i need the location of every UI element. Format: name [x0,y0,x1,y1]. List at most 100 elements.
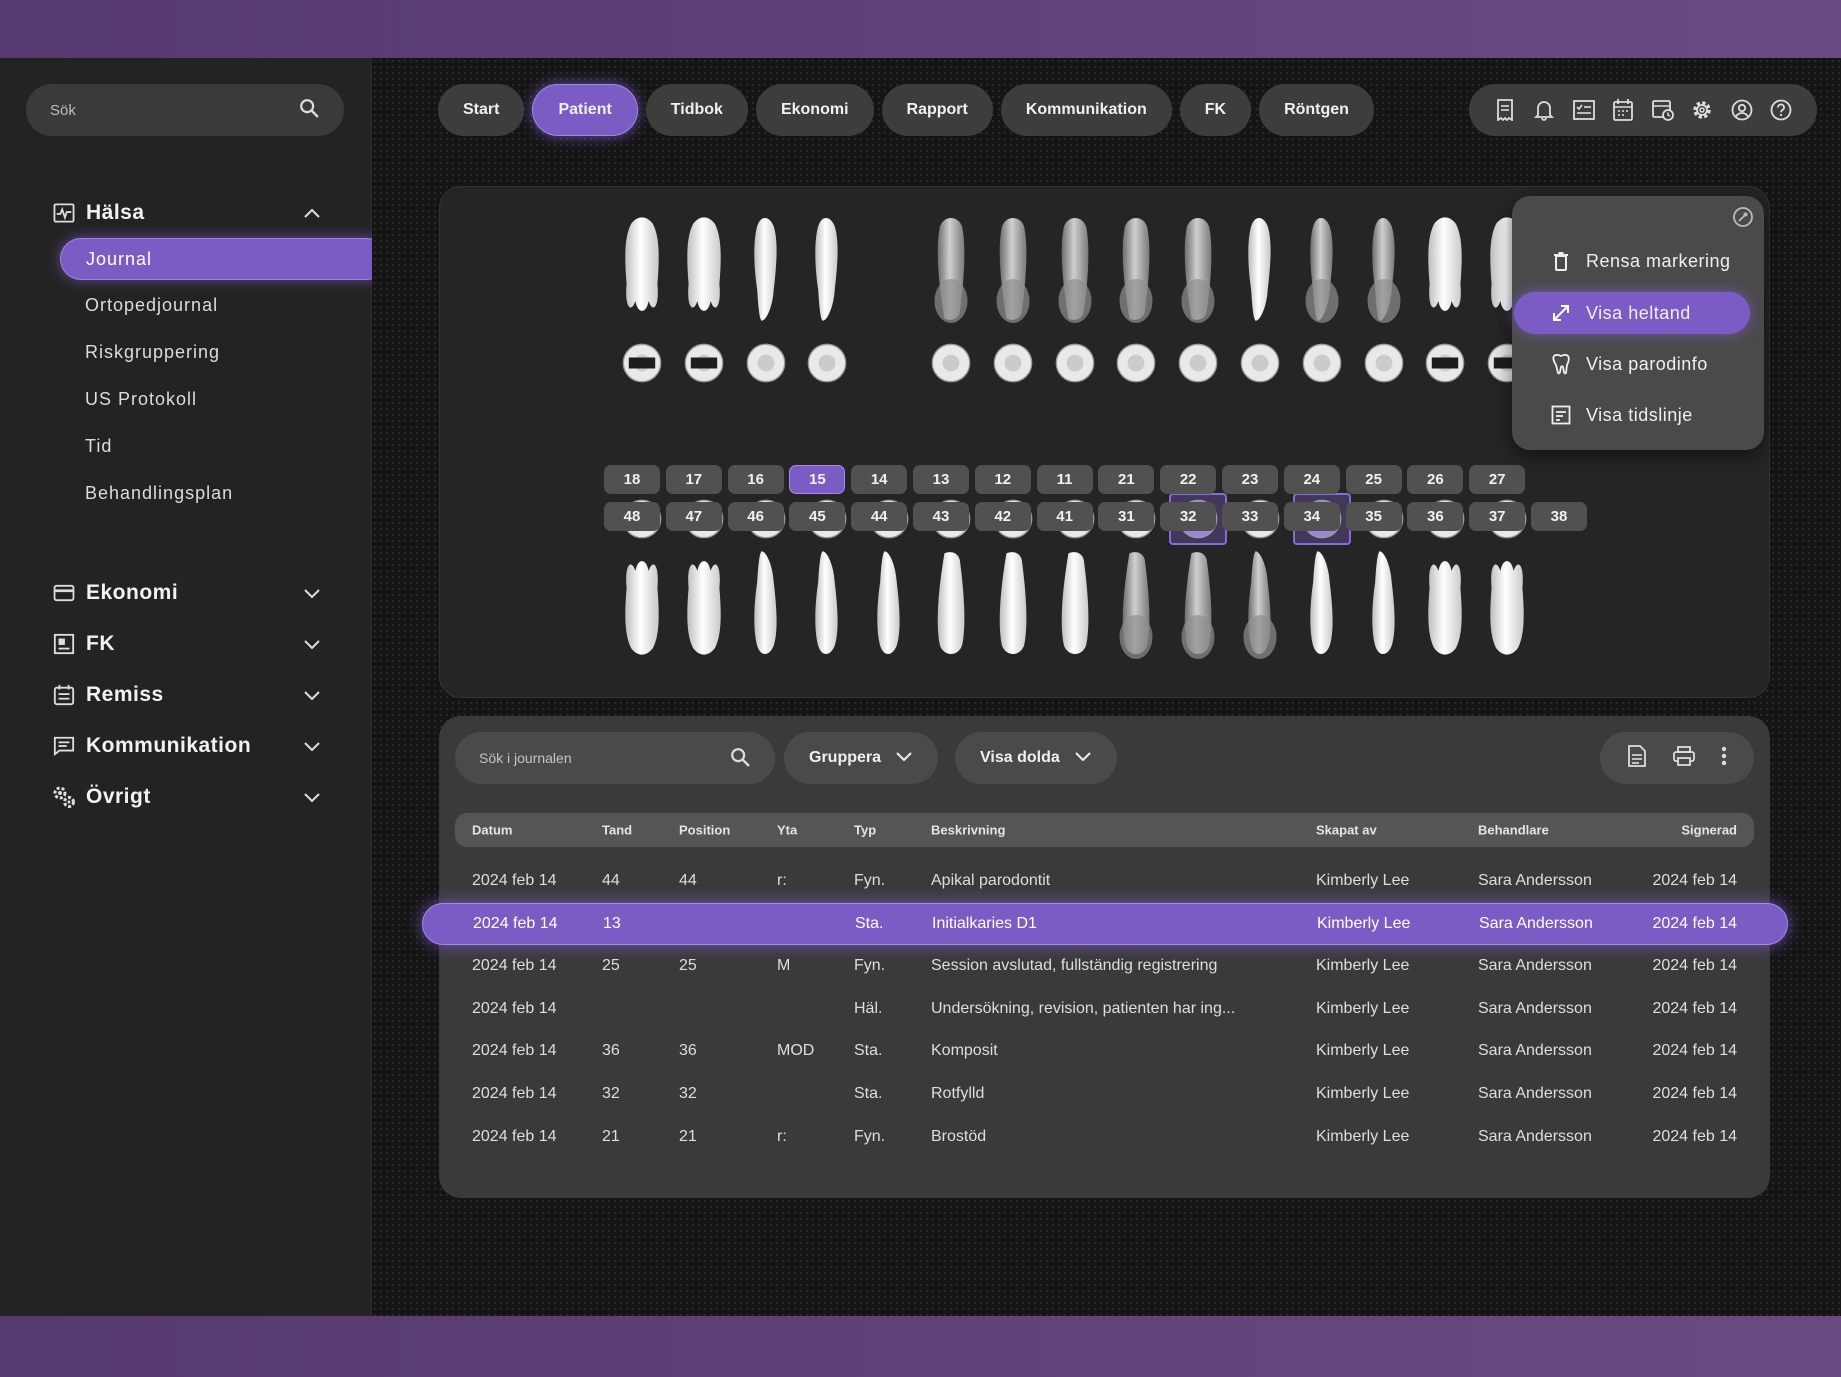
print-icon[interactable] [1673,745,1695,771]
column-header[interactable]: Beskrivning [931,823,1005,838]
document-icon[interactable] [1627,744,1647,772]
lower-tooth[interactable] [744,549,788,659]
tooth-number-27[interactable]: 27 [1469,465,1526,494]
column-header[interactable]: Skapat av [1316,823,1377,838]
schedule-icon[interactable] [1651,98,1675,122]
tooth-number-24[interactable]: 24 [1283,465,1340,494]
lower-tooth[interactable] [1053,549,1097,659]
lower-tooth[interactable] [1176,549,1220,659]
calendar-icon[interactable] [1611,98,1635,122]
column-header[interactable]: Signerad [1681,823,1737,838]
tooth-number-16[interactable]: 16 [727,465,784,494]
upper-tooth[interactable] [1238,213,1282,323]
receipt-icon[interactable] [1493,98,1517,122]
menu-item-visa-tidslinje[interactable]: Visa tidslinje [1532,394,1764,436]
tooth-number-37[interactable]: 37 [1469,502,1526,531]
table-row[interactable]: 2024 feb 14 21 21 r: Fyn. Brostöd Kimberly Lee… [455,1116,1754,1158]
lower-tooth[interactable] [1362,549,1406,659]
sidebar-section-ovrigt[interactable]: Övrigt [52,780,322,814]
sidebar-item-journal[interactable]: Journal [60,238,388,280]
sidebar-section-fk[interactable]: FK [52,627,322,661]
tooth-number-34[interactable]: 34 [1283,502,1340,531]
table-row[interactable]: 2024 feb 14 Häl. Undersökning, revision, p… [455,988,1754,1030]
tooth-number-12[interactable]: 12 [974,465,1031,494]
upper-tooth-crown[interactable] [1300,341,1344,385]
show-hidden-dropdown[interactable]: Visa dolda [955,732,1117,784]
sidebar-item-behandlingsplan[interactable]: Behandlingsplan [60,472,388,514]
sidebar-section-kommunikation[interactable]: Kommunikation [52,729,322,763]
lower-tooth[interactable] [1423,549,1467,659]
upper-tooth[interactable] [1114,213,1158,323]
lower-tooth[interactable] [682,549,726,659]
upper-tooth-crown[interactable] [805,341,849,385]
tooth-number-26[interactable]: 26 [1407,465,1464,494]
sidebar-section-remiss[interactable]: Remiss [52,678,322,712]
upper-tooth[interactable] [620,213,664,323]
upper-tooth[interactable] [1362,213,1406,323]
tooth-number-38[interactable]: 38 [1531,502,1587,531]
lower-tooth[interactable] [867,549,911,659]
column-header[interactable]: Datum [472,823,512,838]
lower-tooth[interactable] [991,549,1035,659]
tooth-number-23[interactable]: 23 [1222,465,1278,494]
tooth-number-22[interactable]: 22 [1160,465,1217,494]
tooth-number-48[interactable]: 48 [604,502,660,531]
sidebar-item-riskgruppering[interactable]: Riskgruppering [60,331,388,373]
sidebar-item-tid[interactable]: Tid [60,425,388,467]
sidebar-section-ekonomi[interactable]: Ekonomi [52,576,322,610]
upper-tooth[interactable] [1053,213,1097,323]
tab-patient[interactable]: Patient [532,84,638,136]
column-header[interactable]: Tand [602,823,632,838]
menu-item-visa-parodinfo[interactable]: Visa parodinfo [1532,343,1764,385]
more-vertical-icon[interactable] [1721,746,1727,771]
lower-tooth[interactable] [1114,549,1158,659]
upper-tooth-crown[interactable] [682,341,726,385]
table-row[interactable]: 2024 feb 14 25 25 M Fyn. Session avslutad, fu… [455,945,1754,987]
tooth-number-13[interactable]: 13 [913,465,969,494]
journal-search-input[interactable]: Sök i journalen [455,732,775,784]
tooth-number-17[interactable]: 17 [665,465,722,494]
lower-tooth[interactable] [1485,549,1529,659]
tooth-number-14[interactable]: 14 [851,465,908,494]
tab-fk[interactable]: FK [1179,84,1252,136]
tab-kommunikation[interactable]: Kommunikation [1000,84,1172,136]
tooth-number-47[interactable]: 47 [665,502,722,531]
tooth-number-33[interactable]: 33 [1222,502,1278,531]
tooth-number-44[interactable]: 44 [851,502,908,531]
upper-tooth[interactable] [991,213,1035,323]
upper-tooth[interactable] [1176,213,1220,323]
upper-tooth-crown[interactable] [1362,341,1406,385]
lower-tooth[interactable] [1300,549,1344,659]
tooth-number-25[interactable]: 25 [1345,465,1402,494]
lower-tooth[interactable] [805,549,849,659]
tooth-number-18[interactable]: 18 [604,465,660,494]
sidebar-item-ortopedjournal[interactable]: Ortopedjournal [60,284,388,326]
upper-tooth[interactable] [1423,213,1467,323]
upper-tooth-crown[interactable] [744,341,788,385]
tooth-number-31[interactable]: 31 [1098,502,1155,531]
tab-ekonomi[interactable]: Ekonomi [755,84,874,136]
upper-tooth-crown[interactable] [1423,341,1467,385]
tab-start[interactable]: Start [438,84,525,136]
sidebar-item-us-protokoll[interactable]: US Protokoll [60,378,388,420]
tooth-number-41[interactable]: 41 [1036,502,1093,531]
upper-tooth[interactable] [682,213,726,323]
tooth-number-15[interactable]: 15 [789,465,846,494]
tab-tidbok[interactable]: Tidbok [645,84,748,136]
tab-rontgen[interactable]: Röntgen [1259,84,1374,136]
upper-tooth-crown[interactable] [1238,341,1282,385]
group-dropdown[interactable]: Gruppera [784,732,939,784]
checklist-icon[interactable] [1572,98,1596,122]
tooth-number-32[interactable]: 32 [1160,502,1217,531]
tab-rapport[interactable]: Rapport [881,84,993,136]
lower-tooth[interactable] [929,549,973,659]
column-header[interactable]: Behandlare [1478,823,1549,838]
sidebar-search-input[interactable]: Sök [26,84,344,136]
tooth-number-42[interactable]: 42 [974,502,1031,531]
sidebar-section-halsa[interactable]: Hälsa [52,196,322,230]
tooth-number-43[interactable]: 43 [913,502,969,531]
column-header[interactable]: Typ [854,823,876,838]
tooth-number-35[interactable]: 35 [1345,502,1402,531]
column-header[interactable]: Position [679,823,730,838]
upper-tooth-crown[interactable] [929,341,973,385]
